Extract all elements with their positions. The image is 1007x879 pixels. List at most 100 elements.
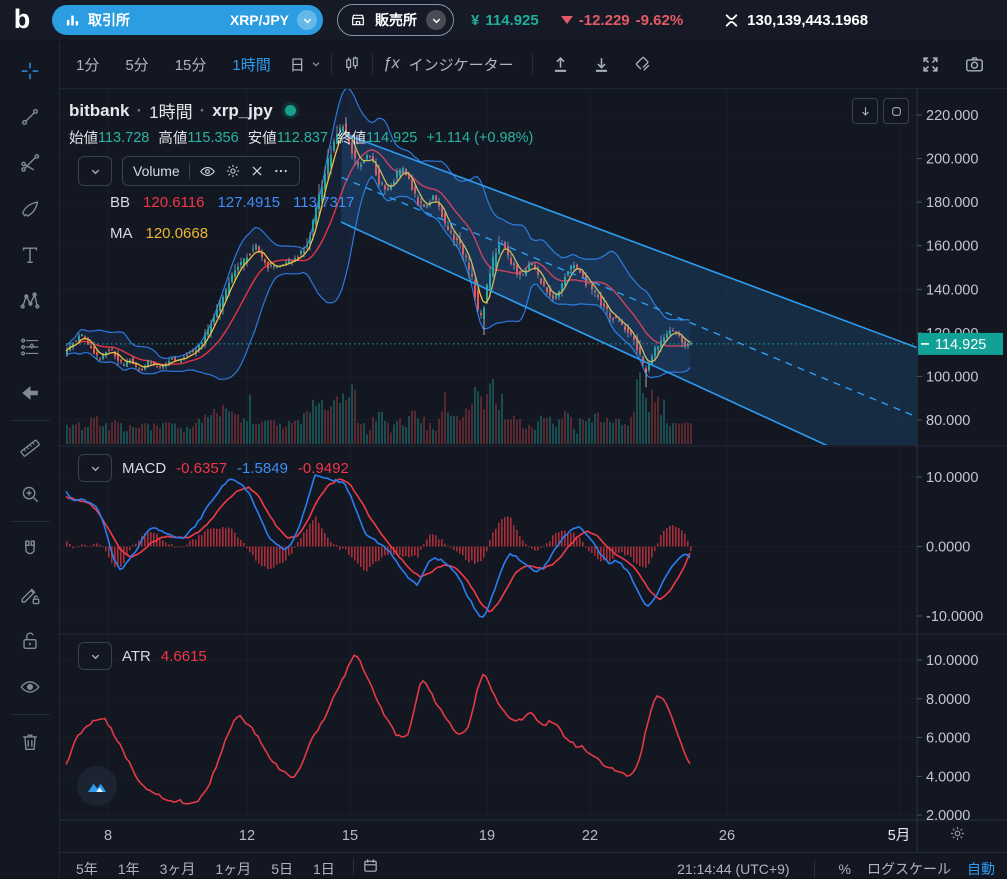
scroll-to-realtime-button[interactable] [852,98,878,124]
bitbank-watermark-logo [77,766,117,806]
sidebar-divider [9,420,50,421]
candlestick-icon [345,56,358,71]
atr-collapse-button[interactable] [78,642,112,670]
interval-button-5分[interactable]: 5分 [112,54,161,75]
change-value: -12.229 [578,11,630,29]
range-button-5年[interactable]: 5年 [66,859,108,879]
svg-text:220.000: 220.000 [926,108,978,124]
otc-selector[interactable]: 販売所 [337,4,454,36]
fx-icon: ƒx [382,55,400,72]
svg-text:6.0000: 6.0000 [926,731,970,747]
svg-text:160.000: 160.000 [926,239,978,255]
sidebar-tool-position[interactable] [8,324,52,370]
sidebar-tool-crosshair[interactable] [8,48,52,94]
position-icon [20,338,38,356]
go-to-date-button[interactable] [362,857,379,874]
remove-indicator-button[interactable] [250,164,264,178]
camera-icon [966,56,983,71]
indicators-label: インジケーター [408,56,514,74]
sidebar-tool-brush[interactable] [8,186,52,232]
high-value: 115.356 [187,129,239,146]
upload-icon [554,56,566,72]
axis-settings-button[interactable] [949,825,966,842]
sidebar-tool-text[interactable] [8,232,52,278]
range-button-5日[interactable]: 5日 [261,859,303,879]
sidebar-divider [9,714,50,715]
fullscreen-button[interactable] [921,55,940,74]
pair-label: XRP/JPY [229,12,289,28]
gear-icon [226,164,239,178]
sidebar-tool-trash[interactable] [8,719,52,765]
eraser-button[interactable] [633,54,653,74]
snapshot-button[interactable] [964,54,985,75]
indicator-settings-button[interactable] [225,163,241,179]
maximize-pane-button[interactable] [883,98,909,124]
exchange-pair-selector[interactable]: 取引所 XRP/JPY [52,5,323,35]
macd-hist-value: -0.6357 [176,459,228,477]
sidebar-tool-pattern[interactable] [8,278,52,324]
range-button-1日[interactable]: 1日 [303,859,345,879]
macd-legend: MACD -0.6357 -1.5849 -0.9492 [78,454,349,482]
volume-label: Volume [133,163,180,179]
xrp-balance: 130,139,443.1968 [723,12,868,29]
sidebar-tool-arrow-left[interactable] [8,370,52,416]
sidebar-tool-unlock[interactable] [8,618,52,664]
sidebar-tool-edit-lock[interactable] [8,572,52,618]
clock-timezone[interactable]: 21:14:44 (UTC+9) [677,861,789,877]
download-layout-button[interactable] [592,55,611,74]
balance-value: 130,139,443.1968 [747,11,869,29]
sidebar-tool-zoom-in[interactable] [8,471,52,517]
bitbank-trading-app: { "top_bar": { "logo": "b", "exchange_pi… [0,0,1007,878]
upload-layout-button[interactable] [551,55,570,74]
pair-dropdown-button[interactable] [297,10,317,30]
otc-dropdown-button[interactable] [426,10,446,30]
sidebar-tool-trendline[interactable] [8,94,52,140]
range-button-1ヶ月[interactable]: 1ヶ月 [205,859,261,879]
macd-collapse-button[interactable] [78,454,112,482]
more-options-button[interactable] [273,163,289,179]
mountain-logo-icon [88,783,106,792]
chart-region[interactable]: 220.000200.000180.000160.000140.000120.0… [60,88,1007,852]
macd-signal-value: -0.9492 [297,459,349,477]
gear-icon [950,826,965,841]
otc-label: 販売所 [375,12,417,28]
interval-button-1分[interactable]: 1分 [63,54,112,75]
interval-button-1時間[interactable]: 1時間 [219,54,283,75]
expand-icon [923,56,938,72]
ticker-price-value: 114.925 [485,11,539,29]
interval-button-15分[interactable]: 15分 [162,54,220,75]
sidebar-tool-ruler[interactable] [8,425,52,471]
svg-text:22: 22 [582,828,598,844]
visibility-toggle-button[interactable] [199,163,216,180]
chevron-down-icon [91,466,99,471]
volume-collapse-button[interactable] [78,156,112,186]
brush-icon [21,201,38,217]
sidebar-tool-eye[interactable] [8,664,52,710]
chevron-down-icon [91,169,99,174]
bb-legend: BB 120.6116 127.4915 113.7317 [110,194,355,211]
change-percent: -9.62% [635,11,684,29]
ticker-change: -12.229 -9.62% [560,11,684,29]
chart-symbol: xrp_jpy [212,100,273,120]
sidebar-tool-pitchfork[interactable] [8,140,52,186]
indicators-button[interactable]: ƒx インジケーター [383,54,514,75]
chart-style-button[interactable] [342,54,362,74]
chevron-down-icon [91,654,99,659]
chart-title: bitbank · 1時間 · xrp_jpy [69,98,296,123]
timeframe-daily-dropdown[interactable]: 日 [290,54,321,75]
svg-text:5月: 5月 [888,828,911,844]
percent-scale-button[interactable]: % [839,861,851,877]
auto-scale-button[interactable]: 自動 [967,859,995,879]
svg-text:10.0000: 10.0000 [926,653,978,669]
svg-text:0.0000: 0.0000 [926,540,970,556]
bitbank-logo[interactable]: b [8,6,36,34]
log-scale-button[interactable]: ログスケール [867,859,951,879]
open-value: 113.728 [98,129,150,146]
range-button-3ヶ月[interactable]: 3ヶ月 [150,859,206,879]
svg-text:12: 12 [239,828,255,844]
range-button-1年[interactable]: 1年 [108,859,150,879]
sidebar-tool-magnet[interactable] [8,526,52,572]
macd-line-value: -1.5849 [237,459,288,477]
exchange-name: bitbank [69,100,130,120]
bb-basis-value: 120.6116 [143,194,205,211]
